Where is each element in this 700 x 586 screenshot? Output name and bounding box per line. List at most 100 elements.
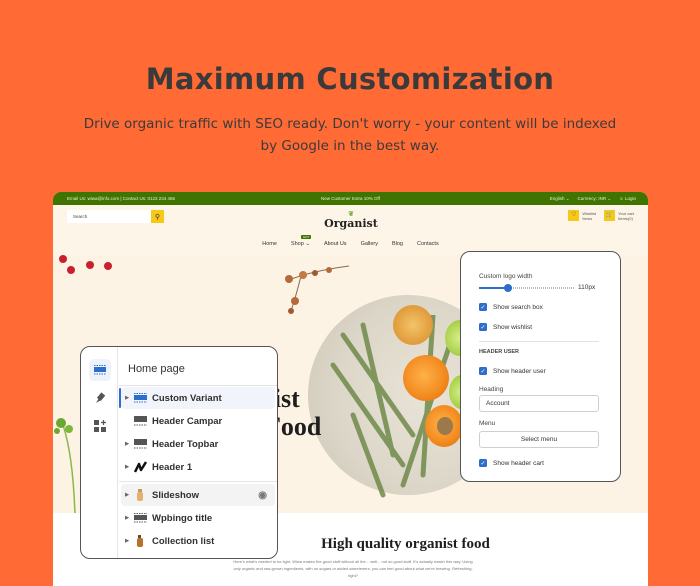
show-header-user-checkbox[interactable]: ✓ Show header user [479,367,546,375]
logo-text: Organist [324,217,378,230]
dried-flower-image [285,265,350,314]
hero-subtitle: Drive organic traffic with SEO ready. Do… [83,116,617,154]
panel-title: Home page [128,363,185,375]
store-search-input[interactable]: Search [67,210,151,223]
nav-blog[interactable]: Blog [392,241,403,247]
nav-contacts[interactable]: Contacts [417,241,439,247]
expand-caret-icon[interactable]: ▶ [121,515,133,521]
nav-gallery[interactable]: Gallery [361,241,378,247]
nav-shop[interactable]: Shop ⌄ HOT [290,235,312,247]
rail-apps-button[interactable] [89,415,111,437]
hot-badge: HOT [300,235,312,239]
product-thumbnail [133,489,147,501]
wishlist-sub: Items [582,215,593,221]
berry-decoration [59,255,67,263]
nav-about[interactable]: About Us [324,241,347,247]
divider [119,481,277,482]
wishlist-button[interactable]: ♡ Wishlist Items [568,210,596,221]
topbar-right: English ⌄ Currency: INR ⌄ ☺ Login [550,196,636,202]
section-row-header-topbar[interactable]: ▶ Header Topbar [121,433,275,455]
cart-sub: Items(0) [618,215,633,221]
section-label: Header 1 [152,461,193,473]
divider [479,341,599,342]
rail-sections-button[interactable] [89,359,111,381]
berry-decoration [67,266,75,274]
editor-rail [81,347,118,558]
expand-caret-icon[interactable]: ▶ [121,464,133,470]
product-thumbnail [133,535,147,547]
divider [119,385,277,386]
sections-icon [94,365,106,375]
cart-button[interactable]: 🛒 Your cart Items(0) [604,210,634,221]
section-row-slideshow[interactable]: ▶ Slideshow ◉ [121,484,275,506]
slider-thumb[interactable] [503,284,512,292]
section-label: Header Campar [152,415,223,427]
section-label: Wpbingo title [152,512,213,524]
login-label: Login [624,195,636,201]
section-row-custom-variant[interactable]: ▶ Custom Variant [121,387,275,409]
section-icon [133,438,147,450]
expand-caret-icon[interactable]: ▶ [121,492,133,498]
heading-label: Heading [479,386,504,393]
store-topbar: Email Us: wiwa@info.com | Contact Us: 01… [53,192,648,205]
rail-theme-button[interactable] [89,387,111,409]
hero-title: Maximum Customization [145,62,555,96]
berry-decoration [104,262,112,270]
heart-icon: ♡ [568,210,580,221]
user-icon: ☺ [619,195,624,201]
section-row-wpbingo-title[interactable]: ▶ Wpbingo title [121,507,275,529]
section-row-header-campar[interactable]: Header Campar [121,410,275,432]
section-icon [133,415,147,427]
select-menu-button[interactable]: Select menu [479,431,599,448]
search-icon: ⚲ [154,213,161,221]
currency-label: Currency: [577,195,598,201]
currency-value: INR [598,195,607,201]
theme-brush-icon [96,392,106,403]
checkmark-icon: ✓ [479,303,487,311]
apps-add-icon [94,420,106,432]
expand-caret-icon[interactable]: ▶ [121,538,133,544]
nav-shop-label: Shop [290,241,304,247]
login-link[interactable]: ☺ Login [619,196,636,202]
protea-flower-image [393,305,433,345]
expand-caret-icon[interactable]: ▶ [121,441,133,447]
section-text: Here's what's needed to be light. Wiwa m… [233,559,473,578]
apricot-image [425,405,463,447]
show-search-box-checkbox[interactable]: ✓ Show search box [479,303,543,311]
brand-logo-icon [133,461,147,473]
sections-panel: Home page ▶ Custom Variant Header Campar… [80,346,278,559]
logo-width-label: Custom logo width [479,273,533,280]
berry-decoration [86,261,94,269]
apricot-image [403,355,449,401]
section-row-header-1[interactable]: ▶ Header 1 [121,456,275,478]
section-label: Header Topbar [152,438,219,450]
section-icon [133,512,147,524]
heading-input[interactable]: Account [479,395,599,412]
store-search-button[interactable]: ⚲ [151,210,164,223]
eye-icon[interactable]: ◉ [258,490,267,501]
section-label: Custom Variant [152,392,222,404]
expand-caret-icon[interactable]: ▶ [121,395,133,401]
section-row-collection-list[interactable]: ▶ Collection list [121,530,275,552]
section-label: Collection list [152,535,215,547]
nav-home[interactable]: Home [262,241,277,247]
checkmark-icon: ✓ [479,459,487,467]
checkmark-icon: ✓ [479,367,487,375]
section-icon [133,392,147,404]
show-header-cart-checkbox[interactable]: ✓ Show header cart [479,459,544,467]
store-header: Search ⚲ ❦ Organist ♡ Wishlist Items 🛒 Yo… [53,205,648,255]
language-select[interactable]: English ⌄ [550,196,570,202]
checkbox-label: Show header cart [493,459,544,467]
menu-label: Menu [479,420,496,427]
show-wishlist-checkbox[interactable]: ✓ Show wishlist [479,323,532,331]
logo-width-slider[interactable] [479,284,574,292]
checkbox-label: Show header user [493,367,546,375]
checkbox-label: Show wishlist [493,323,533,331]
cart-icon: 🛒 [604,210,616,221]
checkbox-label: Show search box [493,303,543,311]
checkmark-icon: ✓ [479,323,487,331]
store-logo[interactable]: ❦ Organist [323,210,379,230]
main-nav: Home Shop ⌄ HOT About Us Gallery Blog Con… [53,235,648,247]
header-actions: ♡ Wishlist Items 🛒 Your cart Items(0) [568,210,634,221]
currency-select[interactable]: Currency: INR ⌄ [578,196,612,202]
